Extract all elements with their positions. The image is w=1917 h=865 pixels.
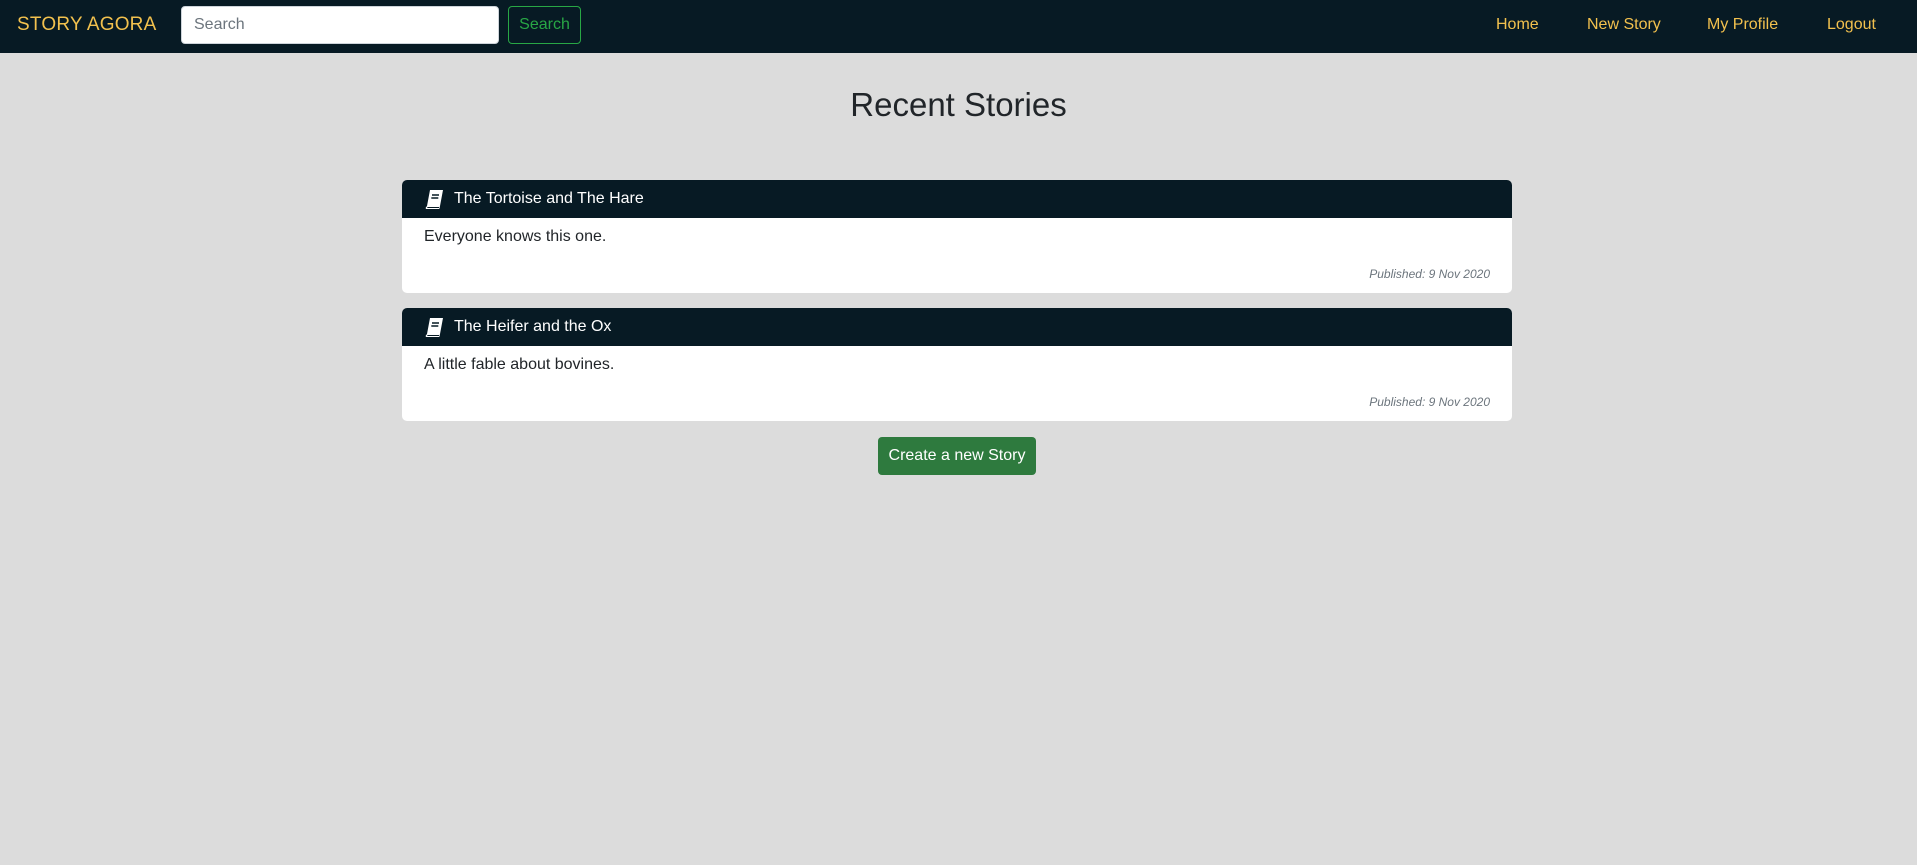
brand-logo[interactable]: STORY AGORA bbox=[17, 14, 156, 36]
story-title[interactable]: The Tortoise and The Hare bbox=[454, 190, 644, 208]
search-button[interactable]: Search bbox=[508, 6, 581, 44]
story-published-date: Published: 9 Nov 2020 bbox=[1369, 395, 1490, 409]
navbar: STORY AGORA Search Home New Story My Pro… bbox=[0, 0, 1917, 53]
nav-link-home[interactable]: Home bbox=[1496, 16, 1539, 34]
nav-link-new-story[interactable]: New Story bbox=[1587, 16, 1661, 34]
page-title: Recent Stories bbox=[850, 86, 1067, 123]
story-description: Everyone knows this one. bbox=[424, 228, 607, 245]
story-card: The Heifer and the Ox A little fable abo… bbox=[402, 308, 1512, 421]
search-input[interactable] bbox=[181, 6, 499, 44]
book-icon bbox=[424, 316, 446, 338]
book-icon bbox=[424, 188, 446, 210]
story-card: The Tortoise and The Hare Everyone knows… bbox=[402, 180, 1512, 293]
nav-link-logout[interactable]: Logout bbox=[1827, 16, 1876, 34]
story-description: A little fable about bovines. bbox=[424, 356, 615, 373]
story-title[interactable]: The Heifer and the Ox bbox=[454, 318, 611, 336]
nav-link-my-profile[interactable]: My Profile bbox=[1707, 16, 1778, 34]
create-story-button[interactable]: Create a new Story bbox=[878, 437, 1036, 475]
story-published-date: Published: 9 Nov 2020 bbox=[1369, 267, 1490, 281]
story-card-header: The Heifer and the Ox bbox=[402, 308, 1512, 346]
story-card-header: The Tortoise and The Hare bbox=[402, 180, 1512, 218]
